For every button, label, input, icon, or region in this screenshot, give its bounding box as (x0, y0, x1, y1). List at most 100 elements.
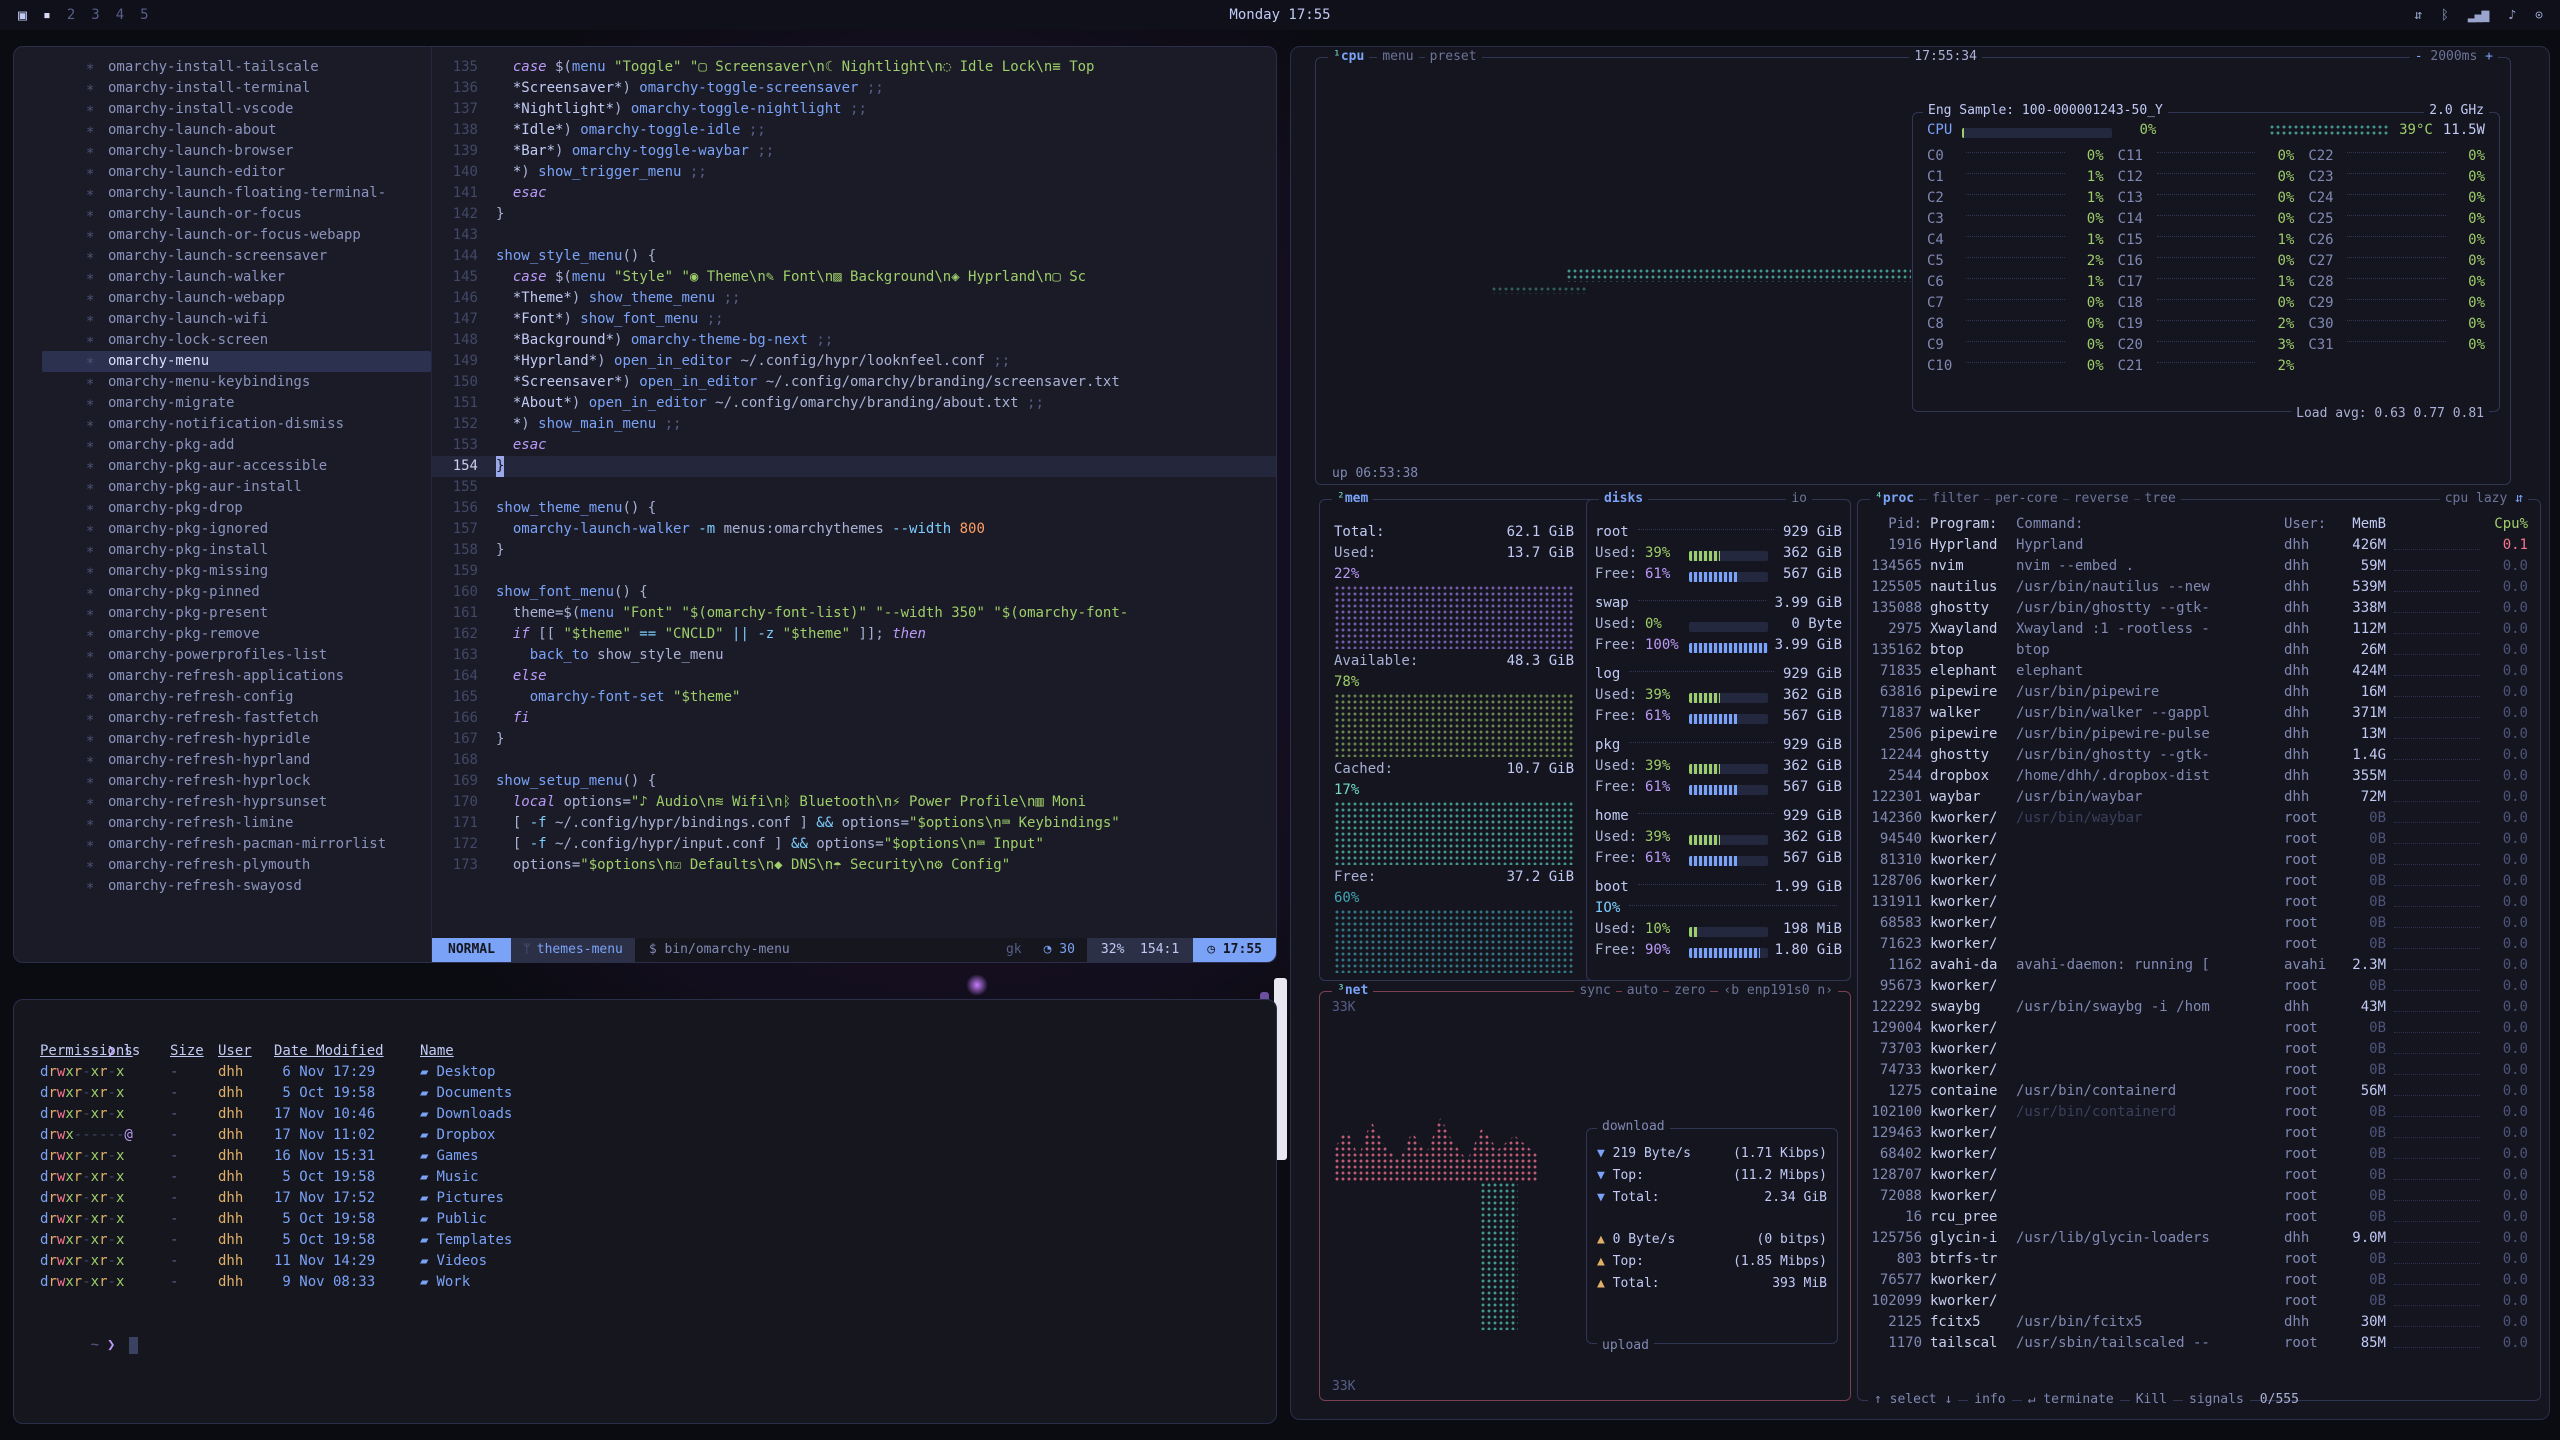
code-pane[interactable]: 135 case $(menu "Toggle" "▢ Screensaver\… (432, 47, 1276, 962)
proc-filter-button[interactable]: filter (1927, 489, 1984, 509)
process-row[interactable]: 71835elephantelephantdhh424M0.0 (1868, 661, 2532, 682)
process-row[interactable]: 102099kworker/root0B0.0 (1868, 1291, 2532, 1312)
process-row[interactable]: 72088kworker/root0B0.0 (1868, 1186, 2532, 1207)
process-row[interactable]: 1170tailscal/usr/sbin/tailscaled --root8… (1868, 1333, 2532, 1354)
file-item[interactable]: ∗omarchy-install-tailscale (42, 57, 431, 78)
process-row[interactable]: 68583kworker/root0B0.0 (1868, 913, 2532, 934)
file-item[interactable]: ∗omarchy-launch-editor (42, 162, 431, 183)
file-item[interactable]: ∗omarchy-launch-walker (42, 267, 431, 288)
process-row[interactable]: 76577kworker/root0B0.0 (1868, 1270, 2532, 1291)
prompt-line-idle[interactable]: ~❯ (40, 1314, 1250, 1335)
process-row[interactable]: 135088ghostty/usr/bin/ghostty --gtk-dhh3… (1868, 598, 2532, 619)
process-row[interactable]: 1162avahi-daavahi-daemon: running [avahi… (1868, 955, 2532, 976)
process-row[interactable]: 128707kworker/root0B0.0 (1868, 1165, 2532, 1186)
file-item[interactable]: ∗omarchy-pkg-missing (42, 561, 431, 582)
file-item[interactable]: ∗omarchy-launch-or-focus-webapp (42, 225, 431, 246)
process-row[interactable]: 122292swaybg/usr/bin/swaybg -i /homdhh43… (1868, 997, 2532, 1018)
file-item[interactable]: ∗omarchy-launch-browser (42, 141, 431, 162)
proc-reverse-button[interactable]: reverse (2069, 489, 2134, 509)
process-row[interactable]: 1275containe/usr/bin/containerdroot56M0.… (1868, 1081, 2532, 1102)
column-header[interactable]: User: (2284, 514, 2338, 535)
proc-sort-control[interactable]: cpu lazy ⇵ (2440, 489, 2528, 509)
file-item[interactable]: ∗omarchy-refresh-plymouth (42, 855, 431, 876)
process-row[interactable]: 128706kworker/root0B0.0 (1868, 871, 2532, 892)
file-item[interactable]: ∗omarchy-refresh-hyprland (42, 750, 431, 771)
process-row[interactable]: 2975XwaylandXwayland :1 -rootless -dhh11… (1868, 619, 2532, 640)
file-item[interactable]: ∗omarchy-powerprofiles-list (42, 645, 431, 666)
file-pane[interactable]: ∗omarchy-install-tailscale∗omarchy-insta… (14, 47, 432, 962)
file-item[interactable]: ∗omarchy-refresh-limine (42, 813, 431, 834)
process-row[interactable]: 134565nvimnvim --embed .dhh59M0.0 (1868, 556, 2532, 577)
file-item[interactable]: ∗omarchy-refresh-config (42, 687, 431, 708)
proc-tree-button[interactable]: tree (2140, 489, 2181, 509)
process-row[interactable]: 803btrfs-trroot0B0.0 (1868, 1249, 2532, 1270)
file-item[interactable]: ∗omarchy-launch-wifi (42, 309, 431, 330)
net-auto-button[interactable]: auto (1622, 981, 1663, 1001)
terminal-window[interactable]: ~❯ls PermissionsSizeUserDate ModifiedNam… (13, 999, 1277, 1424)
file-item[interactable]: ∗omarchy-menu (42, 351, 431, 372)
process-row[interactable]: 68402kworker/root0B0.0 (1868, 1144, 2532, 1165)
proc-action[interactable]: ↵ terminate (2022, 1390, 2120, 1410)
file-item[interactable]: ∗omarchy-migrate (42, 393, 431, 414)
file-item[interactable]: ∗omarchy-pkg-drop (42, 498, 431, 519)
file-item[interactable]: ∗omarchy-menu-keybindings (42, 372, 431, 393)
cpu-meter-icon[interactable]: ▂▄▆ (2468, 8, 2488, 23)
workspace-1-active[interactable]: ▪ (43, 8, 51, 23)
net-interface-switcher[interactable]: ‹b enp191s0 n› (1718, 981, 1838, 1001)
net-sync-button[interactable]: sync (1574, 981, 1615, 1001)
file-item[interactable]: ∗omarchy-install-vscode (42, 99, 431, 120)
process-row[interactable]: 73703kworker/root0B0.0 (1868, 1039, 2532, 1060)
file-item[interactable]: ∗omarchy-lock-screen (42, 330, 431, 351)
update-interval-control[interactable]: - 2000ms + (2410, 47, 2498, 67)
updates-icon[interactable]: ⇵ (2414, 8, 2421, 23)
process-row[interactable]: 122301waybar/usr/bin/waybardhh72M0.0 (1868, 787, 2532, 808)
file-item[interactable]: ∗omarchy-launch-or-focus (42, 204, 431, 225)
process-row[interactable]: 71623kworker/root0B0.0 (1868, 934, 2532, 955)
proc-action[interactable]: info (1968, 1390, 2011, 1410)
io-mode-button[interactable]: io (1786, 489, 1812, 509)
proc-action[interactable]: Kill (2130, 1390, 2173, 1410)
column-header[interactable]: Cpu% (2488, 514, 2532, 535)
power-icon[interactable]: ⊙ (2535, 8, 2542, 23)
cpu-preset-button[interactable]: preset (1425, 47, 1482, 67)
process-row[interactable]: 102100kworker//usr/bin/containerdroot0B0… (1868, 1102, 2532, 1123)
file-item[interactable]: ∗omarchy-launch-floating-terminal- (42, 183, 431, 204)
process-row[interactable]: 131911kworker/root0B0.0 (1868, 892, 2532, 913)
volume-icon[interactable]: ♪ (2508, 8, 2515, 23)
process-row[interactable]: 63816pipewire/usr/bin/pipewiredhh16M0.0 (1868, 682, 2532, 703)
file-item[interactable]: ∗omarchy-refresh-hyprsunset (42, 792, 431, 813)
file-item[interactable]: ∗omarchy-refresh-applications (42, 666, 431, 687)
column-header[interactable]: Command: (2016, 514, 2284, 535)
file-item[interactable]: ∗omarchy-pkg-install (42, 540, 431, 561)
omarchy-menu-icon[interactable]: ▣ (18, 6, 27, 24)
process-row[interactable]: 2506pipewire/usr/bin/pipewire-pulsedhh13… (1868, 724, 2532, 745)
file-item[interactable]: ∗omarchy-refresh-hyprlock (42, 771, 431, 792)
file-item[interactable]: ∗omarchy-pkg-add (42, 435, 431, 456)
file-item[interactable]: ∗omarchy-pkg-aur-accessible (42, 456, 431, 477)
file-item[interactable]: ∗omarchy-pkg-remove (42, 624, 431, 645)
file-item[interactable]: ∗omarchy-refresh-swayosd (42, 876, 431, 897)
process-row[interactable]: 81310kworker/root0B0.0 (1868, 850, 2532, 871)
file-item[interactable]: ∗omarchy-refresh-fastfetch (42, 708, 431, 729)
workspace-3[interactable]: 3 (91, 7, 99, 23)
workspace-5[interactable]: 5 (140, 7, 148, 23)
process-row[interactable]: 142360kworker//usr/bin/waybarroot0B0.0 (1868, 808, 2532, 829)
bluetooth-icon[interactable]: ᛒ (2441, 8, 2448, 23)
file-item[interactable]: ∗omarchy-install-terminal (42, 78, 431, 99)
file-item[interactable]: ∗omarchy-notification-dismiss (42, 414, 431, 435)
process-row[interactable]: 94540kworker/root0B0.0 (1868, 829, 2532, 850)
file-item[interactable]: ∗omarchy-pkg-ignored (42, 519, 431, 540)
file-item[interactable]: ∗omarchy-pkg-pinned (42, 582, 431, 603)
net-zero-button[interactable]: zero (1669, 981, 1710, 1001)
process-row[interactable]: 74733kworker/root0B0.0 (1868, 1060, 2532, 1081)
proc-action[interactable]: signals (2183, 1390, 2250, 1410)
process-row[interactable]: 95673kworker/root0B0.0 (1868, 976, 2532, 997)
process-row[interactable]: 2125fcitx5/usr/bin/fcitx5dhh30M0.0 (1868, 1312, 2532, 1333)
process-row[interactable]: 71837walker/usr/bin/walker --gappldhh371… (1868, 703, 2532, 724)
file-item[interactable]: ∗omarchy-launch-webapp (42, 288, 431, 309)
workspace-2[interactable]: 2 (67, 7, 75, 23)
workspace-4[interactable]: 4 (116, 7, 124, 23)
file-item[interactable]: ∗omarchy-launch-about (42, 120, 431, 141)
column-header[interactable]: Pid: (1868, 514, 1930, 535)
file-item[interactable]: ∗omarchy-pkg-present (42, 603, 431, 624)
